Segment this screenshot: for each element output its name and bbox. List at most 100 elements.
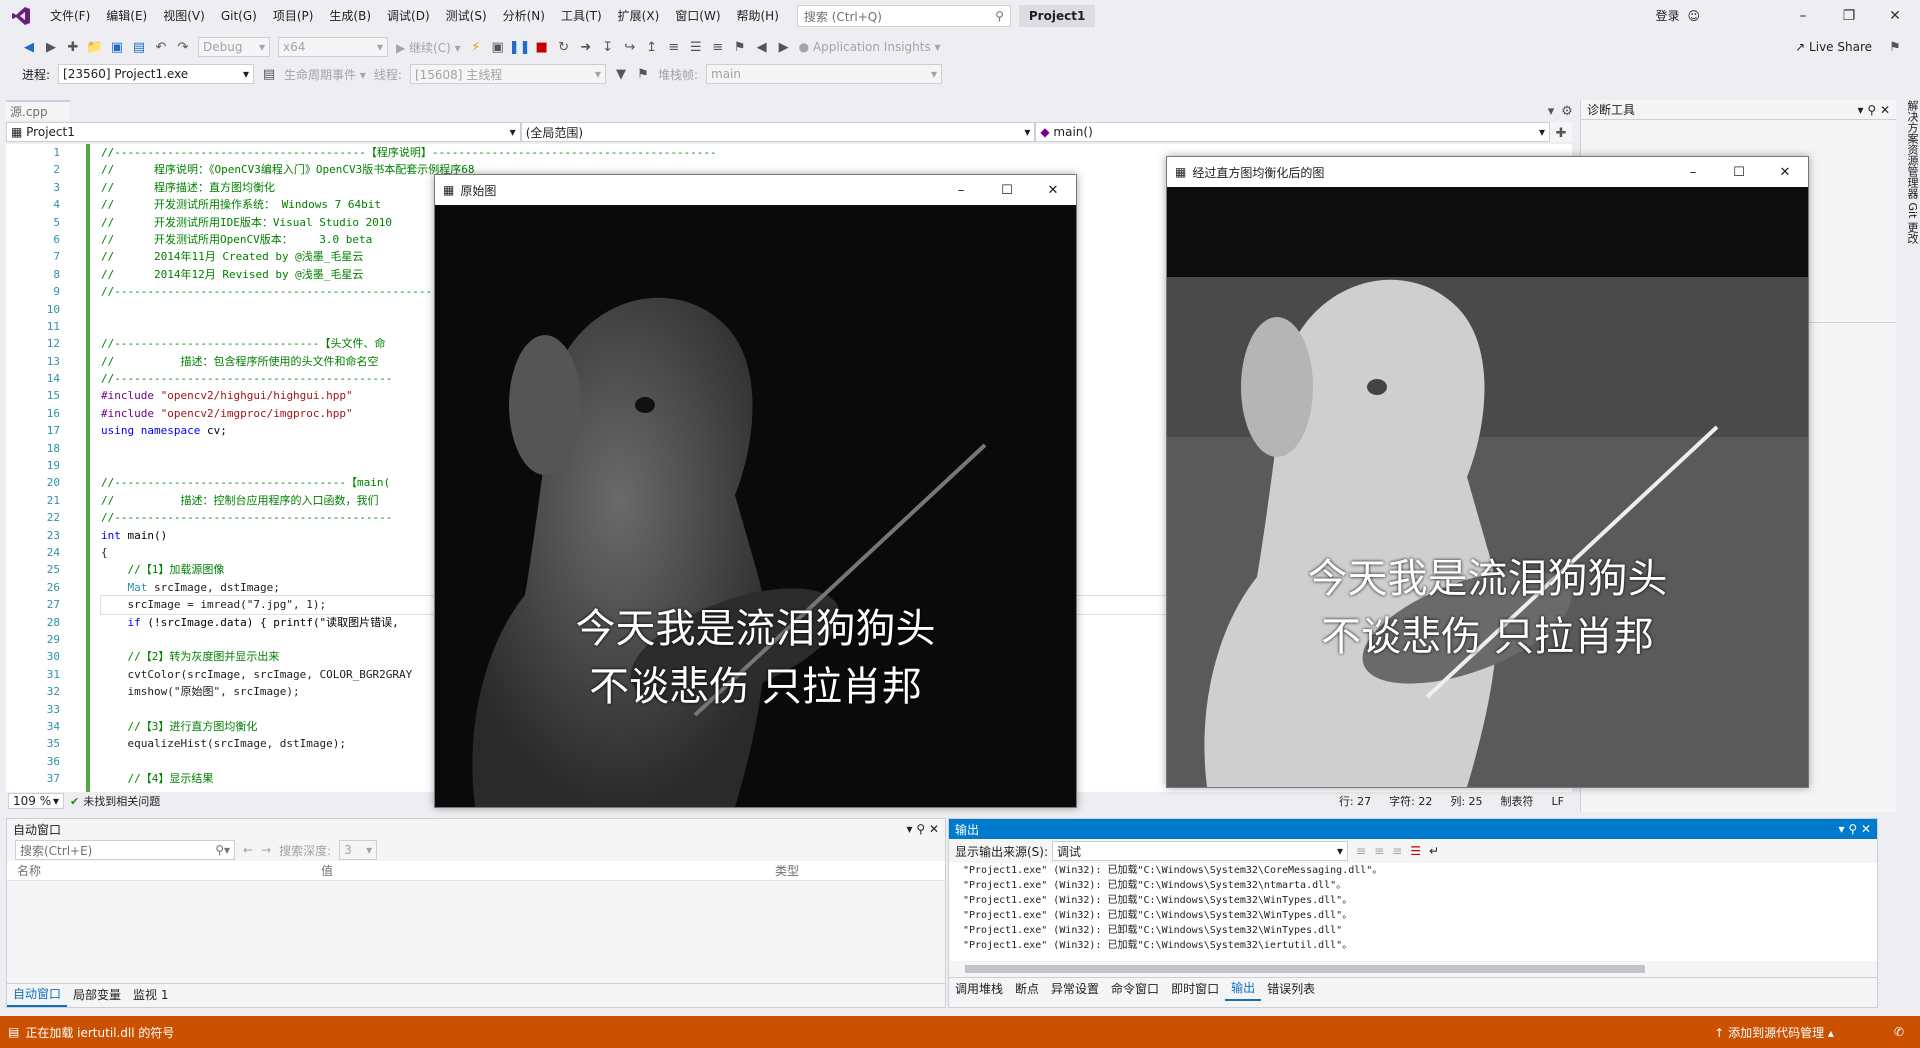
dropdown-icon[interactable]: ▾ [1857, 103, 1863, 117]
search-box[interactable]: 搜索 (Ctrl+Q) ⚲ [796, 5, 1011, 27]
panel-tab-0[interactable]: 自动窗口 [7, 983, 68, 1007]
pin-icon[interactable]: ⚲ [1867, 103, 1876, 117]
restart-icon[interactable]: ↻ [553, 36, 575, 58]
stack-combo[interactable]: main ▾ [706, 64, 942, 84]
menu-item-2[interactable]: 视图(V) [155, 0, 213, 32]
undo-icon[interactable]: ↶ [150, 36, 172, 58]
forward-icon[interactable]: → [257, 843, 275, 857]
filter-icon[interactable]: ▼ [610, 63, 632, 85]
menu-item-4[interactable]: 项目(P) [265, 0, 322, 32]
col-type-header[interactable]: 类型 [775, 862, 799, 879]
menu-item-11[interactable]: 窗口(W) [667, 0, 728, 32]
panel-tab-2[interactable]: 监视 1 [127, 984, 174, 1006]
issues-label[interactable]: 未找到相关问题 [83, 793, 160, 809]
stop-icon[interactable]: ■ [531, 36, 553, 58]
minimize-button[interactable]: – [1780, 0, 1826, 32]
panel-tab-3[interactable]: 命令窗口 [1105, 978, 1165, 1000]
tab-mode-indicator[interactable]: 制表符 [1501, 793, 1534, 809]
screenshot-icon[interactable]: ▣ [487, 36, 509, 58]
add-source-control-button[interactable]: ↑ 添加到源代码管理 ▴ [1714, 1024, 1834, 1041]
menu-item-1[interactable]: 编辑(E) [98, 0, 155, 32]
clear-all-icon[interactable]: ☰ [1406, 844, 1425, 858]
hex-icon[interactable]: ≡ [663, 36, 685, 58]
notification-icon[interactable]: ✆ [1894, 1025, 1904, 1039]
panel-tab-5[interactable]: 输出 [1225, 977, 1262, 1001]
forward-icon[interactable]: ▶ [40, 36, 62, 58]
original-image-window[interactable]: ▦ 原始图 – ☐ ✕ 今天我是流泪狗狗头 不谈悲伤 只拉肖邦 [434, 174, 1077, 808]
save-all-icon[interactable]: ▤ [128, 36, 150, 58]
panel-tab-4[interactable]: 即时窗口 [1165, 978, 1225, 1000]
scope-combo[interactable]: (全局范围) ▾ [520, 122, 1036, 142]
step-into-icon[interactable]: ↧ [597, 36, 619, 58]
depth-combo[interactable]: 3 ▾ [339, 840, 378, 860]
col-name-header[interactable]: 名称 [7, 862, 321, 879]
close-button[interactable]: ✕ [1030, 175, 1076, 205]
menu-item-3[interactable]: Git(G) [213, 0, 265, 32]
equalized-image-window[interactable]: ▦ 经过直方图均衡化后的图 – ☐ ✕ 今天我是流泪狗狗头 不谈悲伤 只拉肖邦 [1166, 156, 1809, 788]
vs-logo-icon[interactable] [0, 0, 42, 32]
dropdown-icon[interactable]: ▾ [906, 822, 912, 836]
lifecycle-icon[interactable]: ▤ [258, 63, 280, 85]
save-icon[interactable]: ▣ [106, 36, 128, 58]
close-button[interactable]: ✕ [1762, 157, 1808, 187]
menu-item-5[interactable]: 生成(B) [321, 0, 379, 32]
menu-item-6[interactable]: 调试(D) [379, 0, 438, 32]
minimize-button[interactable]: – [938, 175, 984, 205]
process-combo[interactable]: [23560] Project1.exe ▾ [58, 64, 255, 84]
panel-tab-1[interactable]: 局部变量 [67, 984, 127, 1006]
menu-item-9[interactable]: 工具(T) [553, 0, 610, 32]
thread-combo[interactable]: [15608] 主线程 ▾ [409, 64, 606, 84]
function-combo[interactable]: ◆ main() ▾ [1035, 122, 1551, 142]
menu-item-10[interactable]: 扩展(X) [610, 0, 668, 32]
redo-icon[interactable]: ↷ [172, 36, 194, 58]
menu-item-8[interactable]: 分析(N) [495, 0, 553, 32]
lifecycle-button[interactable]: 生命周期事件 ▾ [280, 66, 370, 83]
show-next-statement-icon[interactable]: ➜ [575, 36, 597, 58]
panel-tab-1[interactable]: 断点 [1009, 978, 1045, 1000]
zoom-combo[interactable]: 109 % ▾ [8, 793, 64, 809]
tab-source-cpp[interactable]: 源.cpp [6, 100, 70, 120]
prev-bookmark-icon[interactable]: ◀ [751, 36, 773, 58]
step-over-icon[interactable]: ↪ [619, 36, 641, 58]
comment-icon[interactable]: ≡ [707, 36, 729, 58]
platform-combo[interactable]: x64 ▾ [278, 37, 388, 57]
back-icon[interactable]: ◀ [18, 36, 40, 58]
dropdown-icon[interactable]: ▾ [1838, 822, 1844, 836]
word-wrap-icon[interactable]: ↵ [1425, 844, 1443, 858]
pin-icon[interactable]: ⚲ [1848, 822, 1857, 836]
project-combo[interactable]: ▦ Project1 ▾ [6, 122, 521, 142]
output-source-combo[interactable]: 调试 ▾ [1052, 841, 1349, 861]
close-icon[interactable]: ✕ [1880, 103, 1890, 117]
feedback-icon[interactable]: ⚑ [1884, 36, 1906, 58]
new-item-icon[interactable]: ✚ [62, 36, 84, 58]
maximize-button[interactable]: ☐ [1716, 157, 1762, 187]
open-icon[interactable]: 📁 [84, 36, 106, 58]
hot-reload-icon[interactable]: ⚡ [465, 36, 487, 58]
pause-icon[interactable]: ❚❚ [509, 36, 531, 58]
panel-tab-2[interactable]: 异常设置 [1045, 978, 1105, 1000]
back-icon[interactable]: ← [239, 843, 257, 857]
live-share-button[interactable]: ↗ Live Share [1791, 40, 1876, 54]
next-message-icon[interactable]: ≡ [1388, 844, 1406, 858]
autos-search-input[interactable]: 搜索(Ctrl+E) ⚲▾ [15, 840, 235, 860]
threads-icon[interactable]: ☰ [685, 36, 707, 58]
menu-item-12[interactable]: 帮助(H) [729, 0, 787, 32]
panel-tab-6[interactable]: 错误列表 [1261, 978, 1321, 1000]
settings-icon[interactable]: ⚙ [1556, 100, 1578, 122]
prev-message-icon[interactable]: ≡ [1370, 844, 1388, 858]
find-icon[interactable]: ≡ [1352, 844, 1370, 858]
maximize-button[interactable]: ❐ [1826, 0, 1872, 32]
output-text[interactable]: "Project1.exe" (Win32): 已加载"C:\Windows\S… [949, 863, 1877, 961]
maximize-button[interactable]: ☐ [984, 175, 1030, 205]
flag-icon[interactable]: ⚑ [632, 63, 654, 85]
eol-indicator[interactable]: LF [1552, 795, 1564, 808]
horizontal-scrollbar[interactable] [949, 961, 1877, 977]
app-insights-button[interactable]: ● Application Insights ▾ [795, 40, 945, 54]
step-out-icon[interactable]: ↥ [641, 36, 663, 58]
continue-button[interactable]: ▶ 继续(C) ▾ [392, 39, 465, 56]
menu-item-0[interactable]: 文件(F) [42, 0, 98, 32]
close-icon[interactable]: ✕ [1861, 822, 1871, 836]
side-tab-strip[interactable]: 解决方案资源管理器 Git 更改 [1896, 96, 1920, 812]
panel-tab-0[interactable]: 调用堆栈 [949, 978, 1009, 1000]
close-icon[interactable]: ✕ [929, 822, 939, 836]
